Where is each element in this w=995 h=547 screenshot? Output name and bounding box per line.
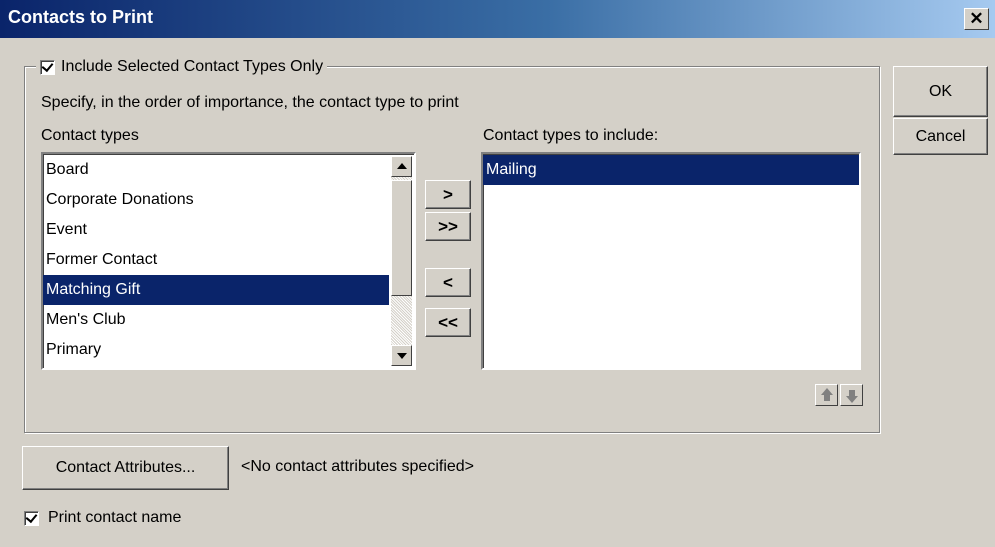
- contact-types-header: Contact types: [41, 127, 139, 144]
- contact-type-item[interactable]: Corporate Donations: [43, 185, 389, 215]
- contact-types-list[interactable]: Board Corporate Donations Event Former Cont…: [41, 152, 416, 370]
- remove-button[interactable]: <: [425, 268, 471, 297]
- close-icon[interactable]: ✕: [964, 8, 989, 30]
- remove-all-button[interactable]: <<: [425, 308, 471, 337]
- contact-type-item[interactable]: Board: [43, 155, 389, 185]
- title-bar: Contacts to Print ✕: [0, 0, 995, 38]
- include-types-checkbox-row[interactable]: Include Selected Contact Types Only: [36, 57, 328, 77]
- scroll-down-button[interactable]: [391, 345, 412, 366]
- add-button[interactable]: >: [425, 180, 471, 209]
- include-types-checkbox[interactable]: [40, 59, 55, 75]
- arrow-down-icon: [846, 396, 858, 403]
- attributes-status-text: <No contact attributes specified>: [241, 458, 475, 475]
- scroll-thumb[interactable]: [391, 180, 412, 296]
- contact-types-scrollbar[interactable]: [391, 156, 412, 366]
- cancel-button[interactable]: Cancel: [893, 118, 988, 155]
- scroll-up-button[interactable]: [391, 156, 412, 177]
- arrow-up-stem: [824, 395, 830, 401]
- included-types-list[interactable]: Mailing: [481, 152, 861, 370]
- move-up-button[interactable]: [815, 384, 838, 406]
- instructions-text: Specify, in the order of importance, the…: [41, 94, 459, 111]
- included-types-header: Contact types to include:: [483, 127, 659, 144]
- contact-type-item[interactable]: Primary: [43, 335, 389, 365]
- ok-button[interactable]: OK: [893, 66, 988, 117]
- included-type-item[interactable]: Mailing: [483, 155, 859, 185]
- add-all-button[interactable]: >>: [425, 212, 471, 241]
- print-name-checkbox[interactable]: [24, 510, 39, 526]
- scroll-down-arrow-icon: [397, 353, 407, 359]
- contact-type-item[interactable]: Men's Club: [43, 305, 389, 335]
- window-title: Contacts to Print: [8, 7, 154, 27]
- arrow-up-icon: [821, 388, 833, 395]
- contact-type-item[interactable]: Matching Gift: [43, 275, 389, 305]
- scroll-up-arrow-icon: [397, 163, 407, 169]
- include-types-label: Include Selected Contact Types Only: [61, 58, 324, 75]
- print-name-label: Print contact name: [48, 509, 182, 526]
- contact-type-item[interactable]: Former Contact: [43, 245, 389, 275]
- move-down-button[interactable]: [840, 384, 863, 406]
- contact-type-item[interactable]: Event: [43, 215, 389, 245]
- print-name-row[interactable]: Print contact name: [24, 509, 181, 527]
- contact-attributes-button[interactable]: Contact Attributes...: [22, 446, 229, 490]
- dialog-window: Contacts to Print ✕ Include Selected Con…: [0, 0, 995, 547]
